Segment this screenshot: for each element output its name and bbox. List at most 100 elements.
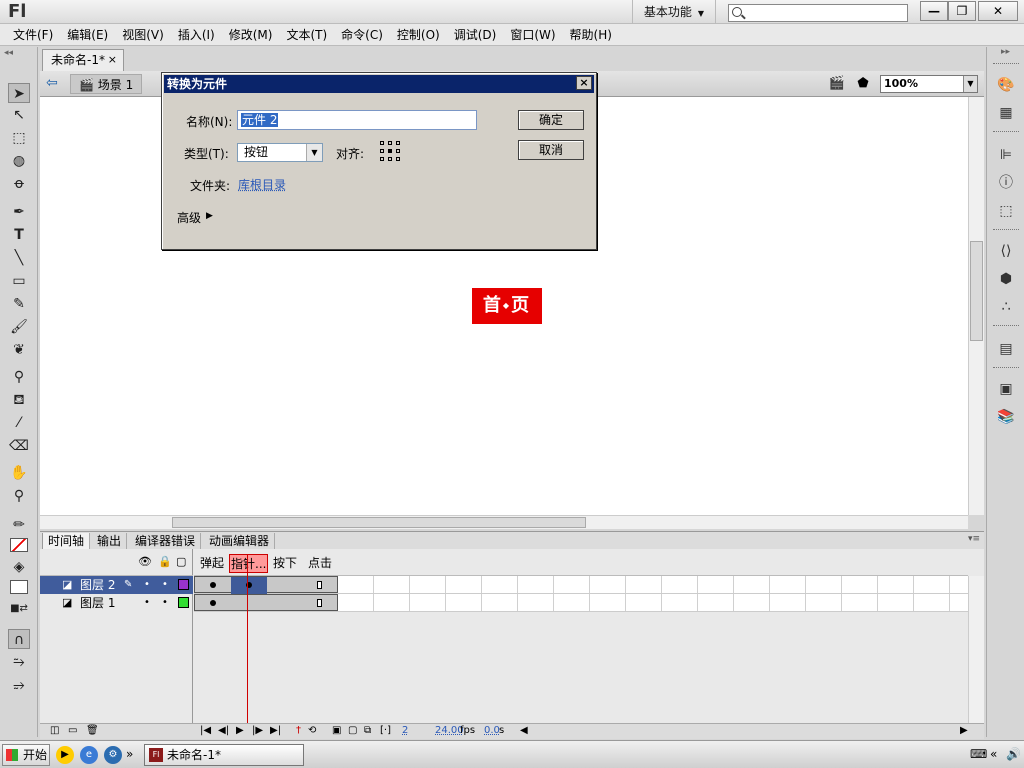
close-icon[interactable]: ×	[108, 50, 117, 70]
taskbar-item-flash[interactable]: Fl 未命名-1*	[144, 744, 304, 766]
ok-button[interactable]: 确定	[518, 110, 584, 130]
scrollbar-thumb[interactable]	[970, 241, 983, 341]
lock-icon[interactable]: 🔒	[158, 555, 172, 568]
menu-control[interactable]: 控制(O)	[390, 24, 447, 45]
onion-skin-icon[interactable]: ▣	[332, 725, 341, 736]
stroke-color-icon[interactable]: ✏	[8, 515, 30, 535]
selection-tool-icon[interactable]: ➤	[8, 83, 30, 103]
frame-label-down[interactable]: 按下	[273, 554, 297, 571]
scroll-right-icon[interactable]: ▶	[960, 725, 968, 736]
layer-outline-color[interactable]	[178, 597, 189, 608]
next-frame-icon[interactable]: |▶	[252, 725, 263, 736]
actions-panel-icon[interactable]: ⟨⟩	[995, 241, 1017, 261]
workspace-switcher[interactable]: 基本功能 ▼	[632, 0, 716, 24]
frame-row[interactable]	[194, 576, 968, 594]
timeline-vertical-scrollbar[interactable]	[968, 576, 984, 726]
back-arrow-icon[interactable]: ⇦	[46, 75, 64, 91]
restore-button[interactable]: ❐	[948, 1, 976, 21]
onion-outline-icon[interactable]: ▢	[348, 725, 357, 736]
deco-tool-icon[interactable]: ❦	[8, 340, 30, 360]
align-panel-icon[interactable]: ⊫	[995, 145, 1017, 165]
previous-frame-icon[interactable]: ◀|	[218, 725, 229, 736]
visibility-dot[interactable]: •	[144, 594, 150, 612]
chevron-right-icon[interactable]: »	[126, 747, 133, 761]
speaker-icon[interactable]: 🔊	[1006, 747, 1021, 761]
project-panel-icon[interactable]: ▤	[995, 339, 1017, 359]
edit-multiple-frames-icon[interactable]: ⧉	[364, 725, 371, 736]
hand-tool-icon[interactable]: ✋	[8, 463, 30, 483]
layer-outline-color[interactable]	[178, 579, 189, 590]
panel-expand-icon[interactable]: ▸▸	[987, 47, 1024, 57]
lock-dot[interactable]: •	[162, 576, 168, 594]
frame-label-over[interactable]: 指针...	[229, 554, 269, 573]
text-tool-icon[interactable]: T	[8, 225, 30, 245]
panel-collapse-icon[interactable]: ◂◂	[0, 47, 37, 59]
scene-breadcrumb[interactable]: 🎬 场景 1	[70, 74, 143, 94]
pen-tool-icon[interactable]: ✒	[8, 202, 30, 222]
lasso-tool-icon[interactable]: ꝋ	[8, 174, 30, 194]
edit-scene-icon[interactable]: 🎬	[826, 75, 848, 93]
bone-tool-icon[interactable]: ⚲	[8, 367, 30, 387]
last-frame-icon[interactable]: ▶|	[270, 725, 281, 736]
menu-debug[interactable]: 调试(D)	[447, 24, 504, 45]
browser-icon[interactable]: e	[80, 746, 98, 764]
frame-row[interactable]	[194, 594, 968, 612]
elapsed-time[interactable]: 0.0	[484, 725, 500, 736]
center-frame-icon[interactable]: †	[296, 725, 301, 736]
eraser-tool-icon[interactable]: ⌫	[8, 436, 30, 456]
library-root-link[interactable]: 库根目录	[238, 176, 286, 193]
loop-icon[interactable]: ⟲	[308, 725, 316, 736]
keyframe-dot[interactable]	[210, 582, 216, 588]
info-panel-icon[interactable]: ⓘ	[995, 173, 1017, 193]
rectangle-tool-icon[interactable]: ▭	[8, 271, 30, 291]
menu-window[interactable]: 窗口(W)	[503, 24, 562, 45]
edit-symbols-icon[interactable]: ⬟	[852, 75, 874, 93]
components-panel-icon[interactable]: ⬢	[995, 269, 1017, 289]
playhead[interactable]	[247, 554, 248, 726]
cancel-button[interactable]: 取消	[518, 140, 584, 160]
new-folder-icon[interactable]: ▭	[68, 725, 77, 736]
frame-label-hit[interactable]: 点击	[308, 554, 332, 571]
snap-to-objects-icon[interactable]: ∩	[8, 629, 30, 649]
stage-horizontal-scrollbar[interactable]	[40, 515, 968, 529]
keyframe-dot[interactable]	[210, 600, 216, 606]
keyboard-icon[interactable]: ⌨	[970, 747, 987, 761]
frame-grid[interactable]	[194, 576, 968, 612]
paint-bucket-tool-icon[interactable]: ⛾	[8, 390, 30, 410]
panel-menu-icon[interactable]: ▾≡	[968, 534, 980, 544]
layer-row[interactable]: ◪ 图层 1 • •	[40, 594, 193, 612]
dialog-close-button[interactable]: ×	[576, 76, 592, 90]
frame-label-up[interactable]: 弹起	[200, 554, 224, 571]
advanced-toggle[interactable]: 高级	[177, 209, 201, 226]
stroke-color-swatch[interactable]	[8, 535, 30, 555]
lock-dot[interactable]: •	[162, 594, 168, 612]
swap-colors-icon[interactable]: ■⇄	[8, 599, 30, 619]
menu-view[interactable]: 视图(V)	[115, 24, 171, 45]
menu-insert[interactable]: 插入(I)	[171, 24, 222, 45]
registration-grid-icon[interactable]	[380, 141, 402, 163]
visibility-dot[interactable]: •	[144, 576, 150, 594]
outline-icon[interactable]: ▢	[176, 555, 186, 568]
minimize-button[interactable]: —	[920, 1, 948, 21]
fill-color-icon[interactable]: ◈	[8, 557, 30, 577]
symbol-button-graphic[interactable]: 首◆页	[472, 288, 542, 324]
line-tool-icon[interactable]: ╲	[8, 248, 30, 268]
end-frame-marker[interactable]	[317, 599, 322, 607]
brush-tool-icon[interactable]: 🖌	[8, 317, 30, 337]
library-panel-icon[interactable]: 📚	[995, 407, 1017, 427]
keyframe-span[interactable]	[194, 594, 338, 611]
menu-commands[interactable]: 命令(C)	[334, 24, 390, 45]
tab-document[interactable]: 未命名-1* ×	[42, 49, 124, 71]
tab-output[interactable]: 输出	[92, 533, 128, 550]
zoom-select[interactable]: 100% ▼	[880, 75, 978, 93]
delete-icon[interactable]: 🗑	[86, 725, 99, 736]
stage-vertical-scrollbar[interactable]	[968, 97, 984, 515]
keyframe-span[interactable]	[194, 576, 338, 594]
zoom-tool-icon[interactable]: ⚲	[8, 486, 30, 506]
settings-icon[interactable]: ⚙	[104, 746, 122, 764]
tab-compiler-errors[interactable]: 编译器错误	[130, 533, 202, 550]
play-icon[interactable]: ▶	[236, 725, 244, 736]
media-player-icon[interactable]: ▶	[56, 746, 74, 764]
first-frame-icon[interactable]: |◀	[200, 725, 211, 736]
tab-motion-editor[interactable]: 动画编辑器	[204, 533, 276, 550]
